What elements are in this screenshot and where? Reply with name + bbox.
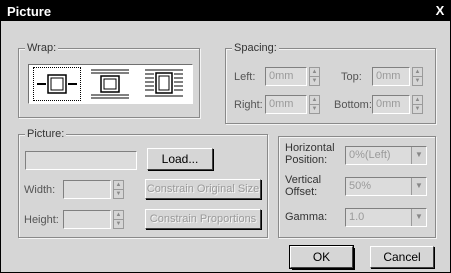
top-spacing-spinner[interactable]: ▲ ▼ — [412, 67, 423, 86]
horizontal-position-label: Horizontal Position: — [285, 142, 335, 166]
constrain-proportions-button[interactable]: Constrain Proportions — [145, 209, 261, 229]
wrap-group: Wrap: — [18, 42, 200, 118]
vertical-offset-label: Vertical Offset: — [285, 174, 321, 198]
constrain-original-size-button[interactable]: Constrain Original Size — [145, 179, 261, 199]
horizontal-label-line2: Position: — [285, 154, 328, 166]
bottom-spacing-spinner[interactable]: ▲ ▼ — [412, 95, 423, 114]
close-icon[interactable]: X — [431, 2, 449, 20]
position-group: Horizontal Position: 0%(Left) ▼ Vertical… — [278, 136, 436, 238]
gamma-select[interactable]: 1.0 ▼ — [345, 208, 427, 227]
picture-dialog: Picture X Wrap: Spacing: Left: 0mm ▲ ▼ T… — [0, 0, 451, 273]
bottom-spacing-field[interactable]: 0mm — [372, 95, 410, 114]
spin-down-icon[interactable]: ▼ — [114, 220, 123, 229]
spin-up-icon[interactable]: ▲ — [310, 68, 319, 77]
picture-file-field[interactable] — [25, 151, 137, 170]
wrap-top-bottom-icon — [91, 69, 129, 99]
ok-button[interactable]: OK — [290, 246, 353, 268]
horizontal-label-line1: Horizontal — [285, 142, 335, 154]
spacing-label: Spacing: — [232, 42, 279, 54]
dialog-title: Picture — [7, 4, 52, 19]
wrap-label: Wrap: — [25, 42, 59, 54]
height-spinner[interactable]: ▲ ▼ — [113, 210, 124, 229]
vertical-offset-select[interactable]: 50% ▼ — [345, 177, 427, 196]
height-field[interactable] — [63, 210, 111, 229]
spin-down-icon[interactable]: ▼ — [413, 77, 422, 86]
left-spacing-spinner[interactable]: ▲ ▼ — [309, 67, 320, 86]
vertical-label-line1: Vertical — [285, 174, 322, 186]
horizontal-position-value: 0%(Left) — [349, 149, 391, 161]
picture-group: Picture: Load... Width: ▲ ▼ Constrain Or… — [18, 128, 268, 238]
cancel-button[interactable]: Cancel — [370, 246, 434, 268]
gamma-label: Gamma: — [285, 211, 328, 223]
picture-label: Picture: — [25, 128, 67, 140]
load-button[interactable]: Load... — [147, 148, 213, 170]
horizontal-position-select[interactable]: 0%(Left) ▼ — [345, 146, 427, 165]
spin-down-icon[interactable]: ▼ — [310, 77, 319, 86]
chevron-down-icon[interactable]: ▼ — [411, 147, 426, 164]
spin-up-icon[interactable]: ▲ — [413, 96, 422, 105]
top-spacing-field[interactable]: 0mm — [372, 67, 410, 86]
height-label: Height: — [24, 214, 59, 226]
spin-down-icon[interactable]: ▼ — [114, 190, 123, 199]
spacing-group: Spacing: Left: 0mm ▲ ▼ Top: 0mm ▲ ▼ Righ… — [225, 42, 436, 124]
gamma-value: 1.0 — [349, 211, 365, 223]
spin-down-icon[interactable]: ▼ — [310, 105, 319, 114]
chevron-down-icon[interactable]: ▼ — [411, 178, 426, 195]
right-spacing-field[interactable]: 0mm — [265, 95, 307, 114]
title-bar[interactable]: Picture X — [1, 1, 450, 21]
chevron-down-icon[interactable]: ▼ — [411, 209, 426, 226]
spin-up-icon[interactable]: ▲ — [413, 68, 422, 77]
top-label: Top: — [341, 71, 362, 83]
wrap-around-option[interactable] — [141, 67, 189, 101]
wrap-options — [28, 64, 193, 104]
width-spinner[interactable]: ▲ ▼ — [113, 180, 124, 199]
spin-up-icon[interactable]: ▲ — [114, 181, 123, 190]
left-label: Left: — [234, 71, 256, 83]
spin-up-icon[interactable]: ▲ — [114, 211, 123, 220]
right-spacing-spinner[interactable]: ▲ ▼ — [309, 95, 320, 114]
vertical-label-line2: Offset: — [285, 186, 318, 198]
wrap-top-bottom-option[interactable] — [87, 67, 135, 101]
width-label: Width: — [24, 184, 56, 196]
left-spacing-field[interactable]: 0mm — [265, 67, 307, 86]
wrap-none-option[interactable] — [33, 67, 81, 101]
spin-down-icon[interactable]: ▼ — [413, 105, 422, 114]
bottom-label: Bottom: — [334, 99, 372, 111]
wrap-none-icon — [37, 74, 77, 94]
wrap-around-icon — [145, 69, 183, 97]
spin-up-icon[interactable]: ▲ — [310, 96, 319, 105]
right-label: Right: — [234, 99, 263, 111]
width-field[interactable] — [63, 180, 111, 199]
vertical-offset-value: 50% — [349, 180, 372, 192]
